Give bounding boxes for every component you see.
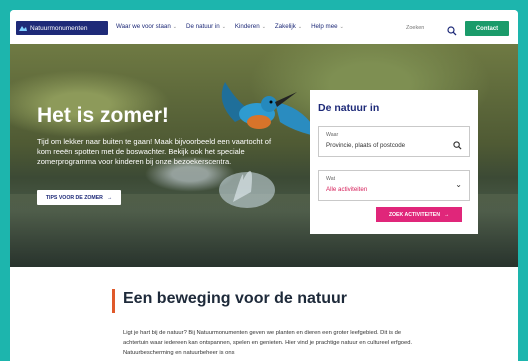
button-label: TIPS VOOR DE ZOMER xyxy=(45,194,103,201)
search-input[interactable] xyxy=(406,22,446,34)
button-label: ZOEK ACTIVITEITEN xyxy=(388,211,440,218)
nav-item-zakelijk[interactable]: Zakelijk ⌄ xyxy=(275,23,302,30)
chevron-down-icon: ⌄ xyxy=(221,23,226,30)
logo-text: Natuurmonumenten xyxy=(30,24,88,32)
hero-text: Tijd om lekker naar buiten te gaan! Maak… xyxy=(37,137,272,166)
arrow-right-icon: → xyxy=(106,194,113,201)
chevron-down-icon: ⌄ xyxy=(261,23,266,30)
nav-label: Help mee xyxy=(311,23,338,30)
where-input-placeholder[interactable]: Provincie, plaats of postcode xyxy=(326,142,405,149)
where-label: Waar xyxy=(326,132,339,138)
search-icon[interactable] xyxy=(447,23,457,36)
nav-label: Waar we voor staan xyxy=(116,23,171,30)
nav-label: De natuur in xyxy=(186,23,220,30)
logo-mark-icon xyxy=(16,21,30,35)
nav-label: Kinderen xyxy=(234,23,260,30)
contact-button[interactable]: Contact xyxy=(465,21,509,36)
what-selected-value: Alle activiteiten xyxy=(326,186,368,193)
nav-item-waar-we-voor-staan[interactable]: Waar we voor staan ⌄ xyxy=(116,23,177,30)
nav-item-help-mee[interactable]: Help mee ⌄ xyxy=(311,23,344,30)
hero-banner: Het is zomer! Tijd om lekker naar buiten… xyxy=(10,44,518,267)
what-select[interactable]: Wat Alle activiteiten ⌄ xyxy=(318,170,470,201)
card-title: De natuur in xyxy=(318,102,380,114)
logo[interactable]: Natuurmonumenten xyxy=(16,21,108,35)
where-field[interactable]: Waar Provincie, plaats of postcode xyxy=(318,126,470,157)
search-activities-button[interactable]: ZOEK ACTIVITEITEN → xyxy=(376,207,462,222)
accent-bar xyxy=(112,289,115,313)
browser-page: Natuurmonumenten Waar we voor staan ⌄ De… xyxy=(10,10,518,361)
search-icon[interactable] xyxy=(453,137,462,150)
chevron-down-icon: ⌄ xyxy=(339,23,344,30)
intro-title: Een beweging voor de natuur xyxy=(123,290,348,307)
nav-item-kinderen[interactable]: Kinderen ⌄ xyxy=(235,23,266,30)
chevron-down-icon: ⌄ xyxy=(172,23,177,30)
nav-item-de-natuur-in[interactable]: De natuur in ⌄ xyxy=(186,23,226,30)
main-nav: Waar we voor staan ⌄ De natuur in ⌄ Kind… xyxy=(116,23,344,30)
chevron-down-icon: ⌄ xyxy=(297,23,303,30)
hero-title: Het is zomer! xyxy=(37,104,169,127)
intro-text: Ligt je hart bij de natuur? Bij Natuurmo… xyxy=(123,330,413,356)
what-label: Wat xyxy=(326,176,336,182)
summer-tips-button[interactable]: TIPS VOOR DE ZOMER → xyxy=(37,190,121,205)
nav-label: Zakelijk xyxy=(274,23,296,30)
search-card: De natuur in Waar Provincie, plaats of p… xyxy=(310,90,478,234)
site-header: Natuurmonumenten Waar we voor staan ⌄ De… xyxy=(10,10,518,44)
chevron-down-icon[interactable]: ⌄ xyxy=(455,180,462,189)
arrow-right-icon: → xyxy=(443,211,450,218)
